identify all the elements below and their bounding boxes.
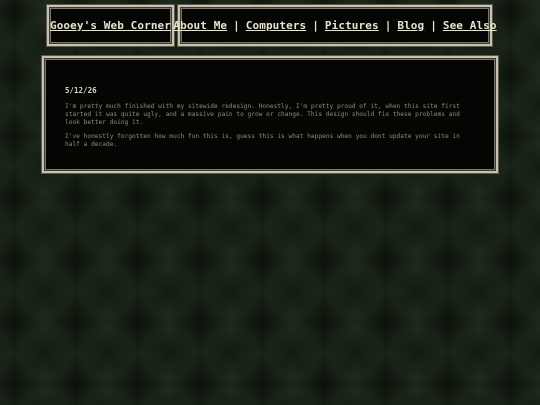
nav-link-computers[interactable]: Computers [246, 19, 307, 32]
nav-link-see-also[interactable]: See Also [443, 19, 497, 32]
site-title-link[interactable]: Gooey's Web Corner [50, 19, 171, 32]
nav-separator: | [233, 19, 240, 32]
nav-separator: | [312, 19, 319, 32]
main-nav: About Me | Computers | Pictures | Blog |… [173, 5, 497, 46]
post-paragraph: I've honestly forgotten how much fun thi… [65, 133, 460, 149]
post-paragraph: I'm pretty much finished with my sitewid… [65, 103, 460, 126]
site-title-box: Gooey's Web Corner [47, 5, 174, 46]
nav-separator: | [430, 19, 437, 32]
nav-link-blog[interactable]: Blog [397, 19, 424, 32]
post-date: 5/12/26 [65, 86, 97, 95]
blog-post-panel: 5/12/26 I'm pretty much finished with my… [42, 56, 498, 173]
nav-separator: | [384, 19, 392, 32]
nav-link-about-me[interactable]: About Me [173, 19, 227, 32]
nav-link-pictures[interactable]: Pictures [325, 19, 379, 32]
